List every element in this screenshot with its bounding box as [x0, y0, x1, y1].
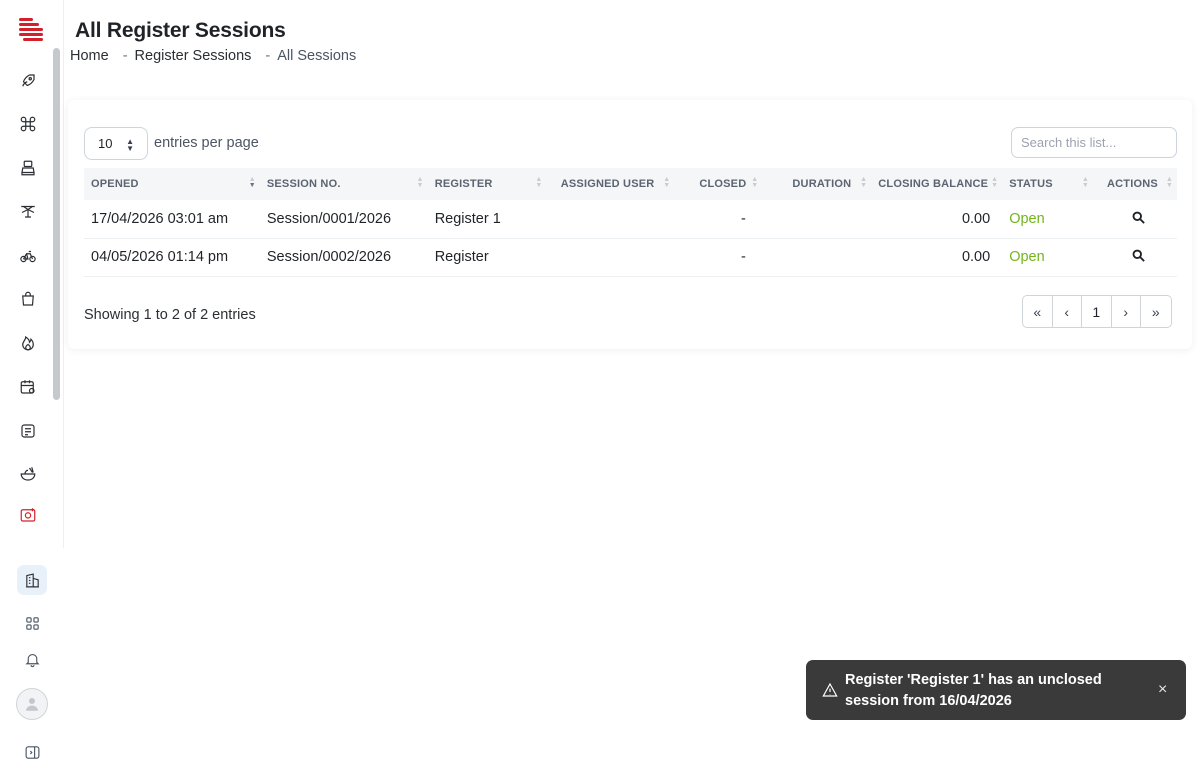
pagination-last[interactable]: »: [1141, 296, 1171, 327]
app-logo[interactable]: [19, 18, 43, 44]
sidebar-divider: [63, 0, 64, 548]
cell-assigned-user: [546, 200, 674, 238]
pagination-prev[interactable]: ‹: [1053, 296, 1082, 327]
close-icon[interactable]: ×: [1158, 681, 1167, 699]
search-input[interactable]: [1011, 127, 1177, 158]
column-header-opened[interactable]: OPENED ▲ ▼: [84, 168, 260, 200]
building-icon[interactable]: [17, 565, 47, 595]
cell-register: Register: [434, 249, 489, 265]
command-icon[interactable]: [17, 113, 39, 135]
sort-icon: ▲ ▼: [416, 176, 424, 189]
column-label: STATUS: [1009, 178, 1053, 190]
sidebar-scrollbar[interactable]: [53, 48, 60, 400]
sort-icon: ▲ ▼: [248, 176, 256, 189]
bell-icon[interactable]: [17, 644, 47, 674]
cash-register-icon[interactable]: [17, 157, 39, 179]
column-header-actions[interactable]: ACTIONS ▲ ▼: [1093, 168, 1177, 200]
cell-opened: 04/05/2026 01:14 pm: [91, 249, 229, 265]
cell-duration: [762, 200, 871, 238]
sort-icon: ▲ ▼: [860, 176, 868, 189]
column-label: ASSIGNED USER: [560, 178, 655, 190]
column-header-closed[interactable]: CLOSED ▲ ▼: [674, 168, 762, 200]
column-header-session-no[interactable]: SESSION NO. ▲ ▼: [260, 168, 428, 200]
search-icon[interactable]: [1131, 247, 1147, 263]
entries-label: entries per page: [154, 135, 259, 151]
cell-actions: [1093, 200, 1177, 238]
cell-closing-balance: 0.00: [961, 210, 991, 227]
cell-closing-balance: 0.00: [961, 249, 991, 265]
sort-icon: ▲ ▼: [751, 176, 759, 189]
sort-icon: ▲ ▼: [991, 176, 999, 189]
cell-session-no: Session/0001/2026: [266, 210, 392, 227]
column-header-duration[interactable]: DURATION ▲ ▼: [762, 168, 871, 200]
sort-icon: ▲ ▼: [663, 176, 671, 189]
sidebar: [0, 0, 64, 777]
column-label: SESSION NO.: [266, 178, 341, 190]
entries-value: 10: [98, 136, 113, 151]
rocket-icon[interactable]: [17, 70, 39, 92]
column-label: CLOSING BALANCE: [878, 178, 989, 190]
status-badge: Open: [1009, 249, 1045, 265]
column-header-closing-balance[interactable]: CLOSING BALANCE ▲ ▼: [871, 168, 1002, 200]
entries-per-page-select[interactable]: 10 ▲ ▼: [84, 127, 148, 160]
table-header-row: OPENED ▲ ▼ SESSION NO. ▲ ▼ REGISTER ▲ ▼ ASSIGN…: [84, 168, 1177, 200]
user-avatar-icon[interactable]: [16, 688, 48, 720]
column-label: DURATION: [792, 178, 852, 190]
hanger-icon[interactable]: [17, 200, 39, 222]
apps-grid-icon[interactable]: [17, 608, 47, 638]
breadcrumb-separator: -: [122, 48, 128, 64]
pagination: « ‹ 1 › »: [1022, 295, 1172, 328]
search-icon[interactable]: [1131, 209, 1147, 225]
bicycle-icon[interactable]: [17, 245, 39, 267]
sort-icon: ▲ ▼: [1081, 176, 1090, 189]
breadcrumb-register-sessions[interactable]: Register Sessions: [135, 48, 252, 64]
table-info: Showing 1 to 2 of 2 entries: [84, 307, 256, 323]
sort-icon: ▲ ▼: [535, 176, 543, 189]
status-badge: Open: [1009, 210, 1045, 227]
sessions-table: OPENED ▲ ▼ SESSION NO. ▲ ▼ REGISTER ▲ ▼ ASSIGN…: [84, 168, 1177, 277]
select-arrows-icon: ▲ ▼: [126, 137, 134, 153]
calendar-settings-icon[interactable]: [17, 376, 39, 398]
receipt-icon[interactable]: [17, 420, 39, 442]
column-header-register[interactable]: REGISTER ▲ ▼: [428, 168, 547, 200]
cell-actions: [1093, 238, 1177, 276]
cell-duration: [762, 238, 871, 276]
sort-icon: ▲ ▼: [1165, 176, 1173, 189]
column-header-status[interactable]: STATUS ▲ ▼: [1002, 168, 1093, 200]
sidebar-toggle-icon[interactable]: [17, 737, 47, 767]
sessions-card: 10 ▲▼ entries per page OPENED ▲▼ SESSION …: [68, 100, 1192, 349]
breadcrumb-current: All Sessions: [277, 48, 357, 64]
column-header-assigned-user[interactable]: ASSIGNED USER ▲ ▼: [546, 168, 674, 200]
notification-toast: Register 'Register 1' has an unclosed se…: [806, 660, 1186, 720]
food-bowl-icon[interactable]: [17, 463, 39, 485]
breadcrumb-home[interactable]: Home: [70, 48, 109, 64]
pagination-next[interactable]: ›: [1112, 296, 1141, 327]
flame-icon[interactable]: [17, 332, 39, 354]
cell-opened: 17/04/2026 03:01 am: [91, 210, 229, 227]
cell-closed: -: [740, 210, 746, 227]
table-row[interactable]: 17/04/2026 03:01 am Session/0001/2026 Re…: [84, 200, 1177, 238]
toast-message: Register 'Register 1' has an unclosed se…: [845, 672, 1102, 709]
table-row[interactable]: 04/05/2026 01:14 pm Session/0002/2026 Re…: [84, 238, 1177, 276]
cell-session-no: Session/0002/2026: [266, 249, 392, 265]
warning-icon: [822, 682, 838, 697]
cell-closed: -: [740, 249, 746, 265]
pagination-page-1[interactable]: 1: [1082, 296, 1112, 327]
bag-icon[interactable]: [17, 288, 39, 310]
column-label: ACTIONS: [1107, 178, 1158, 190]
camera-plus-icon[interactable]: [17, 504, 39, 526]
column-label: CLOSED: [699, 178, 747, 190]
breadcrumb: Home - Register Sessions - All Sessions: [70, 48, 356, 64]
cell-assigned-user: [546, 238, 674, 276]
page-title: All Register Sessions: [75, 19, 286, 42]
column-label: OPENED: [91, 178, 139, 190]
pagination-first[interactable]: «: [1023, 296, 1053, 327]
cell-register: Register 1: [434, 210, 501, 227]
breadcrumb-separator: -: [265, 48, 271, 64]
column-label: REGISTER: [434, 178, 493, 190]
